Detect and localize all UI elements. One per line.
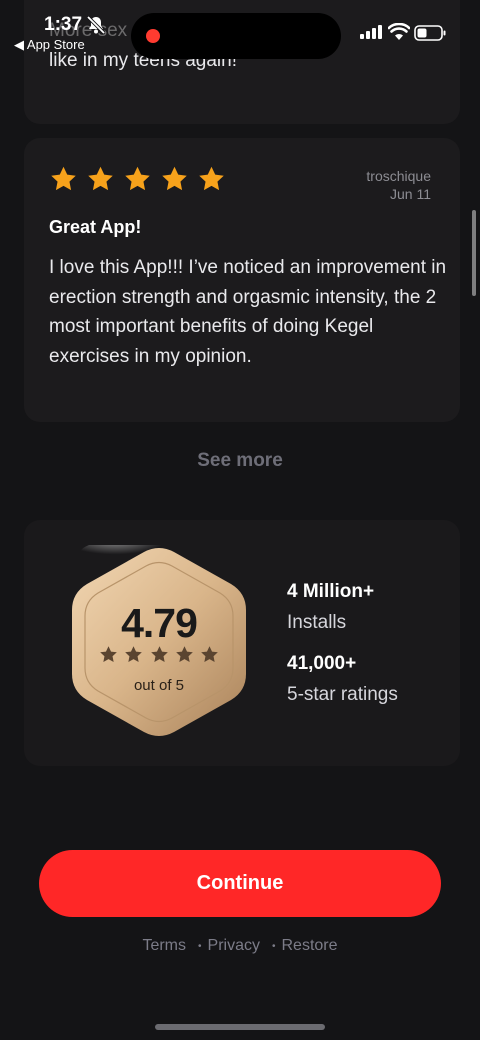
star-icon bbox=[162, 166, 187, 191]
rating-scale-label: out of 5 bbox=[133, 677, 185, 694]
review-stars bbox=[49, 165, 226, 193]
recording-indicator-icon bbox=[146, 29, 160, 43]
star-icon bbox=[100, 646, 117, 663]
footer-separator: • bbox=[198, 940, 202, 952]
scroll-indicator[interactable] bbox=[472, 210, 476, 296]
continue-button[interactable]: Continue bbox=[39, 850, 441, 917]
dynamic-island bbox=[131, 13, 341, 59]
star-icon bbox=[175, 646, 193, 663]
star-icon bbox=[150, 646, 168, 663]
review-body: I love this App!!! I’ve noticed an impro… bbox=[49, 257, 447, 367]
back-to-app-store[interactable]: ◀ App Store bbox=[14, 37, 85, 53]
star-icon bbox=[201, 646, 218, 663]
star-icon bbox=[125, 646, 143, 663]
status-bar: 1:37 ◀ App Store bbox=[0, 0, 480, 59]
privacy-link[interactable]: Privacy bbox=[208, 937, 260, 955]
review-date: Jun 11 bbox=[390, 186, 431, 202]
home-indicator[interactable] bbox=[155, 1024, 325, 1030]
star-icon bbox=[199, 166, 224, 191]
installs-label: Installs bbox=[287, 612, 347, 633]
star-icon bbox=[88, 166, 113, 191]
terms-link[interactable]: Terms bbox=[142, 937, 186, 955]
rating-value: 4.79 bbox=[121, 600, 198, 646]
review-title: Great App! bbox=[49, 217, 142, 237]
star-icon bbox=[125, 166, 150, 191]
status-time: 1:37 bbox=[44, 14, 83, 35]
review-author: troschique bbox=[366, 168, 431, 184]
footer-links: Terms • Privacy • Restore bbox=[0, 937, 480, 955]
installs-value: 4 Million+ bbox=[287, 581, 375, 602]
see-more-button[interactable]: See more bbox=[0, 450, 480, 472]
ratings-count-value: 41,000+ bbox=[287, 653, 357, 674]
restore-link[interactable]: Restore bbox=[282, 937, 338, 955]
battery-icon bbox=[414, 25, 446, 41]
screen: More sex and I last longer like in my te… bbox=[0, 0, 480, 1040]
wifi-icon bbox=[388, 23, 410, 40]
ratings-count-label: 5-star ratings bbox=[287, 684, 398, 705]
cellular-signal-icon bbox=[360, 25, 382, 39]
rating-badge-stars bbox=[99, 645, 219, 665]
bell-slash-icon bbox=[86, 15, 106, 35]
star-icon bbox=[51, 166, 76, 191]
footer-separator: • bbox=[271, 940, 276, 952]
